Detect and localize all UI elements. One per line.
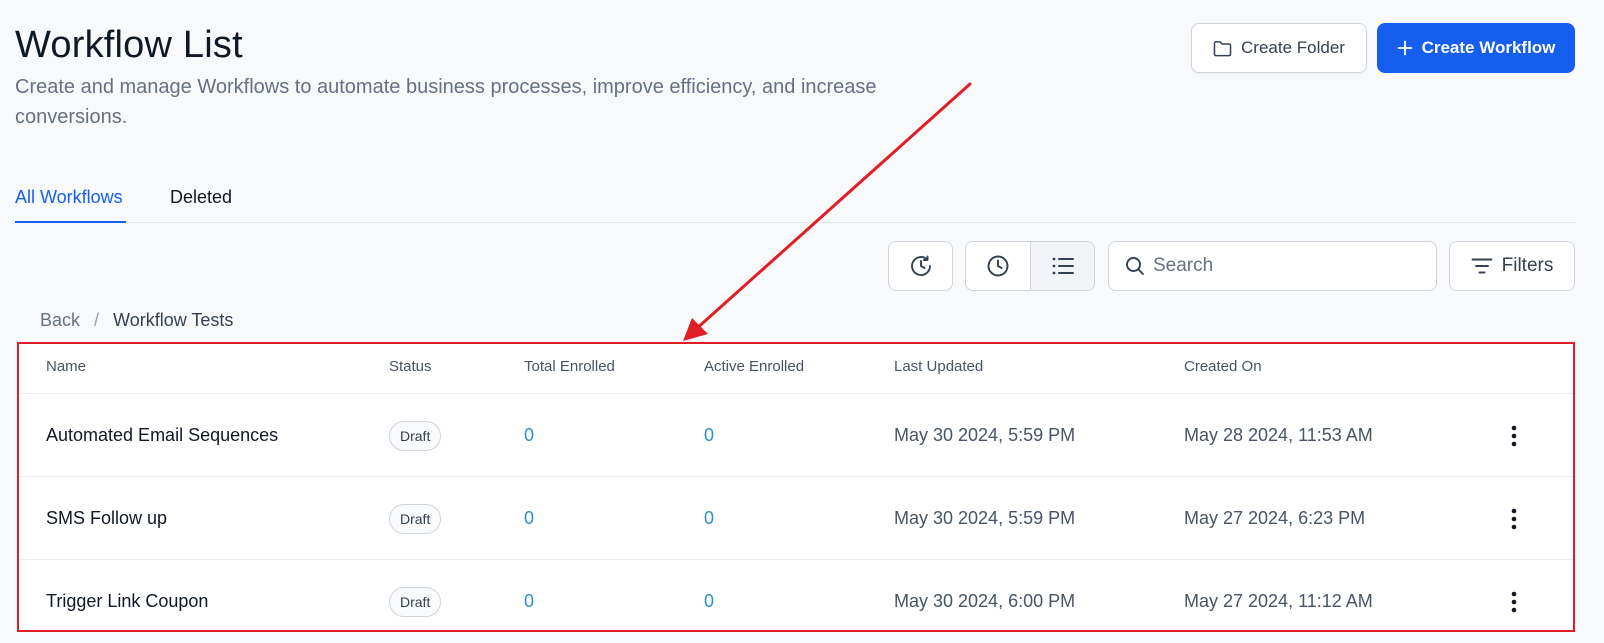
workflow-list-page: Workflow List Create and manage Workflow…	[0, 0, 1604, 643]
search-input[interactable]	[1153, 255, 1433, 277]
list-view-button[interactable]	[1030, 242, 1094, 290]
active-enrolled-count[interactable]: 0	[704, 477, 714, 560]
table-row[interactable]: Automated Email Sequences Draft 0 0 May …	[19, 394, 1573, 477]
create-workflow-button[interactable]: Create Workflow	[1377, 23, 1575, 73]
workflow-name[interactable]: SMS Follow up	[46, 477, 167, 560]
column-header-status[interactable]: Status	[389, 358, 432, 375]
create-folder-label: Create Folder	[1241, 38, 1345, 57]
column-header-created-on[interactable]: Created On	[1184, 358, 1262, 375]
folder-icon	[1213, 40, 1232, 56]
status-badge: Draft	[389, 503, 442, 534]
column-header-total-enrolled[interactable]: Total Enrolled	[524, 358, 615, 375]
filter-icon	[1471, 258, 1493, 274]
more-vertical-icon	[1511, 425, 1517, 446]
workflow-name[interactable]: Automated Email Sequences	[46, 394, 278, 477]
workflow-table: Name Status Total Enrolled Active Enroll…	[17, 342, 1575, 632]
column-header-active-enrolled[interactable]: Active Enrolled	[704, 358, 804, 375]
created-on-date: May 27 2024, 11:12 AM	[1184, 591, 1373, 611]
plus-icon	[1397, 40, 1412, 56]
breadcrumb-back[interactable]: Back	[40, 310, 80, 331]
active-enrolled-count[interactable]: 0	[704, 560, 714, 630]
last-updated-date: May 30 2024, 5:59 PM	[894, 508, 1076, 528]
last-updated-date: May 30 2024, 6:00 PM	[894, 591, 1076, 611]
active-enrolled-count[interactable]: 0	[704, 394, 714, 477]
tabs: All Workflows Deleted	[15, 183, 1575, 223]
breadcrumb-separator: /	[94, 310, 100, 330]
more-vertical-icon	[1511, 591, 1517, 612]
create-folder-button[interactable]: Create Folder	[1191, 23, 1367, 73]
created-on-date: May 27 2024, 6:23 PM	[1184, 508, 1366, 528]
column-header-last-updated[interactable]: Last Updated	[894, 358, 983, 375]
last-updated-date: May 30 2024, 5:59 PM	[894, 425, 1076, 445]
clock-icon	[987, 255, 1009, 277]
history-icon	[910, 255, 931, 276]
total-enrolled-count[interactable]: 0	[524, 560, 534, 630]
search-box	[1108, 241, 1437, 291]
table-row[interactable]: Trigger Link Coupon Draft 0 0 May 30 202…	[19, 560, 1573, 630]
page-subtitle: Create and manage Workflows to automate …	[15, 76, 877, 128]
view-toggle	[965, 241, 1095, 291]
table-header: Name Status Total Enrolled Active Enroll…	[19, 344, 1573, 394]
status-badge: Draft	[389, 586, 442, 617]
total-enrolled-count[interactable]: 0	[524, 394, 534, 477]
row-menu-button[interactable]	[1499, 394, 1529, 477]
more-vertical-icon	[1511, 508, 1517, 529]
search-icon	[1126, 257, 1144, 275]
list-icon	[1052, 257, 1074, 275]
total-enrolled-count[interactable]: 0	[524, 477, 534, 560]
breadcrumb: Back / Workflow Tests	[40, 310, 233, 331]
clock-view-button[interactable]	[966, 242, 1030, 290]
page-title: Workflow List	[15, 24, 243, 66]
workflow-name[interactable]: Trigger Link Coupon	[46, 560, 208, 630]
tab-all-workflows[interactable]: All Workflows	[15, 183, 126, 223]
table-row[interactable]: SMS Follow up Draft 0 0 May 30 2024, 5:5…	[19, 477, 1573, 560]
filters-button[interactable]: Filters	[1449, 241, 1575, 291]
created-on-date: May 28 2024, 11:53 AM	[1184, 425, 1373, 445]
create-workflow-label: Create Workflow	[1421, 38, 1556, 57]
status-badge: Draft	[389, 420, 442, 451]
history-button[interactable]	[888, 241, 953, 291]
breadcrumb-current: Workflow Tests	[113, 310, 234, 330]
row-menu-button[interactable]	[1499, 477, 1529, 560]
filters-label: Filters	[1501, 255, 1554, 276]
row-menu-button[interactable]	[1499, 560, 1529, 630]
tab-deleted[interactable]: Deleted	[170, 183, 232, 223]
column-header-name[interactable]: Name	[46, 358, 86, 375]
